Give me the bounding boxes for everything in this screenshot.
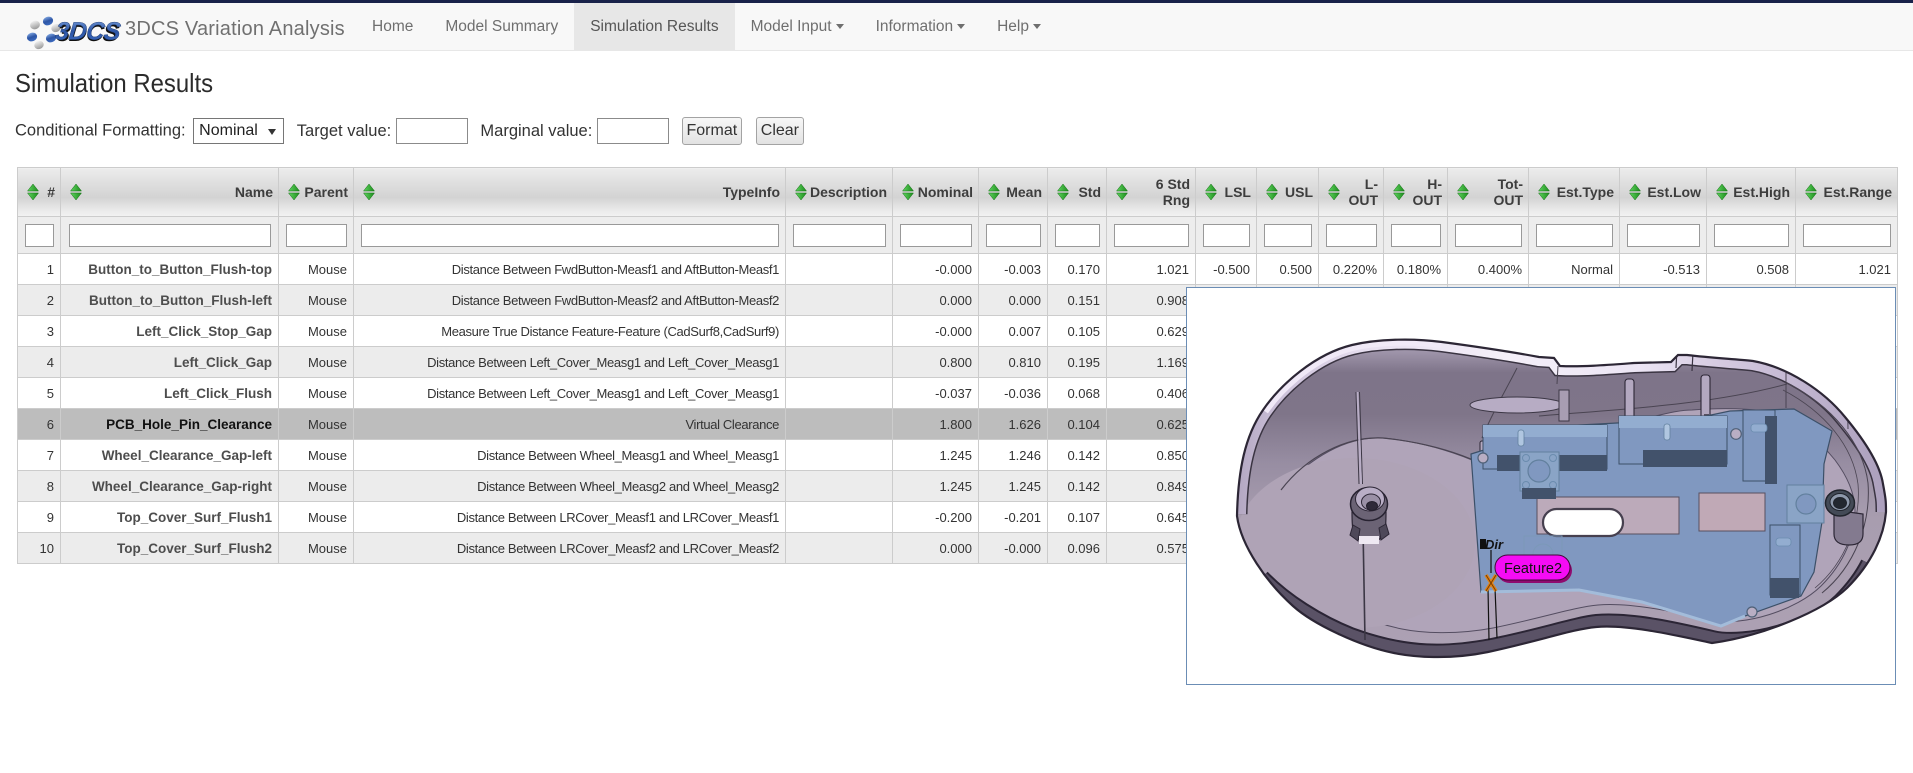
svg-text:Feature2: Feature2	[1504, 561, 1562, 577]
svg-text:3DCS: 3DCS	[54, 18, 122, 46]
svg-text:Dir: Dir	[1485, 537, 1504, 552]
